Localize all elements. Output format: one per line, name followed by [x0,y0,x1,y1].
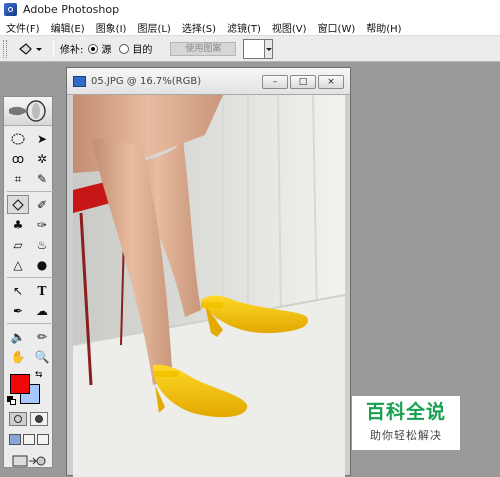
document-icon [73,75,86,87]
quick-mask-mode-button[interactable] [30,412,48,426]
default-colors-icon[interactable] [7,396,16,405]
full-screen-menu-button[interactable] [23,434,35,445]
pattern-swatch[interactable] [243,38,266,59]
jump-to-imageready-button[interactable] [10,453,48,469]
standard-mode-button[interactable] [9,412,27,426]
document-title: 05.JPG @ 16.7%(RGB) [91,75,202,87]
window-controls: – □ × [262,75,344,89]
radio-source-dot[interactable] [88,43,99,54]
notes-tool[interactable]: 🔈 [7,327,29,346]
eyedropper-tool[interactable]: ✏ [31,327,53,346]
slice-tool[interactable]: ✎ [31,169,53,188]
tool-separator [7,277,53,278]
dodge-tool[interactable]: ● [31,255,53,274]
watermark-sub-text: 助你轻松解决 [370,429,442,442]
radio-destination-label: 目的 [132,45,153,56]
document-titlebar[interactable]: 05.JPG @ 16.7%(RGB) – □ × [67,68,350,95]
menu-help[interactable]: 帮助(H) [366,20,401,35]
lasso-tool[interactable]: ꝏ [7,149,29,168]
options-bar: 修补: 源 目的 使用图案 [0,36,500,62]
photo-image [73,95,345,477]
tool-separator [7,191,53,192]
maximize-button[interactable]: □ [290,75,316,89]
adobe-logo-icon [9,100,46,122]
menu-edit[interactable]: 编辑(E) [51,20,85,35]
menu-filter[interactable]: 滤镜(T) [227,20,261,35]
radio-source[interactable]: 源 [88,41,111,56]
color-picker-area: ⇆ [4,370,52,408]
app-title: Adobe Photoshop [23,3,120,16]
pattern-dropdown-button[interactable] [265,38,274,59]
screen-mode-row [4,426,52,445]
foreground-color-swatch[interactable] [10,374,30,394]
hand-tool[interactable]: ✋ [7,347,29,366]
patch-tool-icon [19,42,42,55]
standard-screen-button[interactable] [9,434,21,445]
pen-tool[interactable]: ✒ [7,301,29,320]
watermark: 百科全说 助你轻松解决 [352,396,460,450]
menu-layer[interactable]: 图层(L) [137,20,170,35]
full-screen-button[interactable] [37,434,49,445]
menu-bar: 文件(F) 编辑(E) 图象(I) 图层(L) 选择(S) 滤镜(T) 视图(V… [0,19,500,36]
toolbox: ➤ ꝏ ✲ ⌗ ✎ ✐ ♣ ✑ ▱ ♨ △ ● ↖ T ✒ ☁ 🔈 ✏ ✋ 🔍 … [3,96,53,468]
move-tool[interactable]: ➤ [31,129,53,148]
tool-grid: ➤ ꝏ ✲ ⌗ ✎ ✐ ♣ ✑ ▱ ♨ △ ● ↖ T ✒ ☁ 🔈 ✏ ✋ 🔍 [4,126,53,366]
marquee-tool[interactable] [7,129,29,148]
imageready-icon [12,455,46,467]
magic-wand-tool[interactable]: ✲ [31,149,53,168]
brush-tool[interactable]: ✐ [31,195,53,214]
eraser-tool[interactable]: ▱ [7,235,29,254]
swap-colors-icon[interactable]: ⇆ [35,370,43,380]
menu-view[interactable]: 视图(V) [272,20,307,35]
blur-tool[interactable]: △ [7,255,29,274]
image-canvas[interactable] [73,95,345,477]
photoshop-app-icon [4,3,17,16]
tool-separator [7,323,53,324]
patch-tool[interactable] [7,195,29,214]
type-tool[interactable]: T [31,281,53,300]
menu-file[interactable]: 文件(F) [6,20,40,35]
options-separator [53,39,54,58]
history-brush-tool[interactable]: ✑ [31,215,53,234]
menu-image[interactable]: 图象(I) [96,20,127,35]
menu-select[interactable]: 选择(S) [182,20,216,35]
use-pattern-button[interactable]: 使用图案 [170,41,237,56]
path-selection-tool[interactable]: ↖ [7,281,29,300]
radio-destination-dot[interactable] [119,43,130,54]
app-titlebar: Adobe Photoshop [0,0,500,19]
radio-source-label: 源 [101,45,112,56]
edit-mode-row [4,408,52,426]
patch-label: 修补: [60,45,84,56]
paint-bucket-tool[interactable]: ♨ [31,235,53,254]
zoom-tool[interactable]: 🔍 [31,347,53,366]
clone-stamp-tool[interactable]: ♣ [7,215,29,234]
shape-tool[interactable]: ☁ [31,301,53,320]
tool-preset-picker[interactable] [13,39,47,59]
options-grip[interactable] [3,39,7,58]
menu-window[interactable]: 窗口(W) [318,20,356,35]
document-window: 05.JPG @ 16.7%(RGB) – □ × [66,67,351,477]
crop-tool[interactable]: ⌗ [7,169,29,188]
toolbox-header[interactable] [4,97,52,126]
watermark-main-text: 百科全说 [365,401,446,423]
minimize-button[interactable]: – [262,75,288,89]
close-button[interactable]: × [318,75,344,89]
radio-destination[interactable]: 目的 [119,41,152,56]
